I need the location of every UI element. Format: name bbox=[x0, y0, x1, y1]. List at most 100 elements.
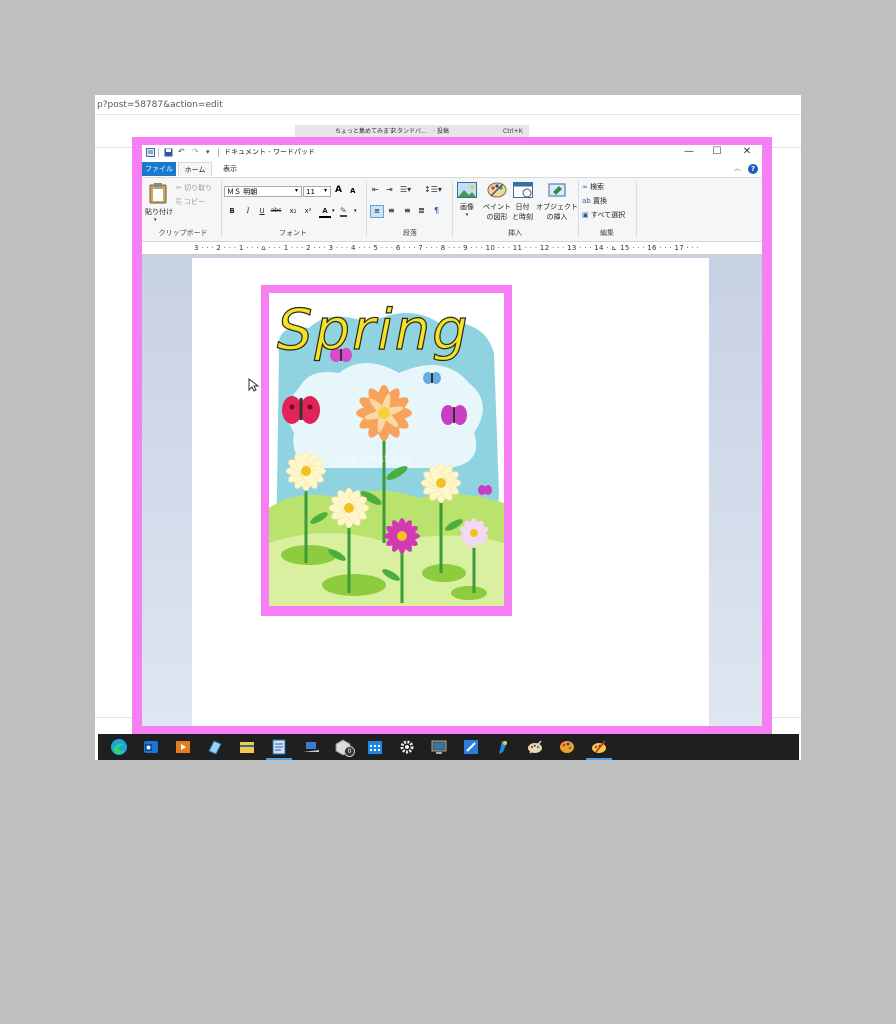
ribbon-tabs: ファイル ホーム 表示 ︿ ? bbox=[142, 161, 762, 178]
3d-viewer-icon[interactable]: 0 bbox=[334, 738, 355, 757]
document-page[interactable]: Spring dreamstime bbox=[192, 258, 709, 726]
outlook-icon[interactable] bbox=[142, 738, 160, 756]
laptop-icon[interactable] bbox=[302, 738, 320, 756]
binoculars-icon: ∞ bbox=[582, 183, 591, 191]
select-all-button[interactable]: ▣ すべて選択 bbox=[582, 210, 625, 220]
chevron-down-icon[interactable]: ▾ bbox=[324, 187, 327, 194]
bullets-icon[interactable]: ☰▾ bbox=[400, 185, 411, 194]
notebook-icon[interactable] bbox=[206, 738, 224, 756]
replace-button[interactable]: ab 置換 bbox=[582, 196, 607, 206]
insert-picture-button[interactable]: 画像 ▾ bbox=[457, 182, 477, 218]
picture-icon bbox=[457, 182, 477, 198]
replace-icon: ab bbox=[582, 197, 593, 205]
subscript-button[interactable]: x₂ bbox=[287, 207, 299, 215]
tab-view[interactable]: 表示 bbox=[216, 162, 244, 176]
tab-file[interactable]: ファイル bbox=[142, 162, 176, 176]
customize-qat-icon[interactable]: ▾ bbox=[206, 148, 214, 156]
increase-indent-icon[interactable]: ⇥ bbox=[386, 185, 393, 194]
chevron-down-icon: ▾ bbox=[465, 212, 469, 218]
copy-icon: ⎘ bbox=[176, 198, 184, 206]
media-player-icon[interactable] bbox=[174, 738, 192, 756]
help-icon[interactable]: ? bbox=[748, 164, 758, 174]
chevron-down-icon[interactable]: ▾ bbox=[295, 187, 298, 194]
separator bbox=[158, 148, 159, 157]
palette-icon[interactable] bbox=[526, 738, 544, 756]
ruler[interactable]: 3 · · · 2 · · · 1 · · · ⌂ · · · 1 · · · … bbox=[142, 242, 762, 255]
object-label-2: の挿入 bbox=[546, 213, 568, 221]
paint-palette-icon[interactable] bbox=[558, 738, 576, 756]
insert-group-label: 挿入 bbox=[508, 229, 522, 237]
pen-icon[interactable] bbox=[494, 738, 512, 756]
datetime-label-2: と時刻 bbox=[512, 213, 533, 221]
chevron-down-icon[interactable]: ▾ bbox=[332, 208, 335, 214]
spring-image[interactable]: Spring dreamstime bbox=[269, 293, 504, 606]
shrink-font-button[interactable]: A bbox=[350, 187, 355, 195]
pc-icon[interactable] bbox=[430, 738, 448, 756]
italic-button[interactable]: I bbox=[242, 207, 254, 215]
decrease-indent-icon[interactable]: ⇤ bbox=[372, 185, 379, 194]
highlight-pen-icon[interactable]: ✎ bbox=[340, 206, 347, 217]
badge: 0 bbox=[344, 746, 355, 757]
edge-icon[interactable] bbox=[110, 738, 128, 756]
insert-object-button[interactable]: オブジェクト の挿入 bbox=[536, 182, 578, 222]
find-button[interactable]: ∞ 検索 bbox=[582, 182, 604, 192]
close-button[interactable]: ✕ bbox=[740, 146, 754, 157]
justify-icon[interactable]: ≣ bbox=[418, 206, 425, 215]
editing-group-label: 編集 bbox=[600, 229, 614, 237]
paste-button[interactable]: 貼り付け ▾ bbox=[145, 182, 173, 223]
paint-label-2: の図形 bbox=[486, 213, 508, 221]
font-family-select[interactable]: ＭＳ 明朝 bbox=[224, 186, 302, 197]
file-explorer-icon[interactable] bbox=[238, 738, 256, 756]
spring-title-text: Spring bbox=[277, 298, 470, 363]
settings-icon[interactable] bbox=[398, 738, 416, 756]
minimize-button[interactable]: — bbox=[682, 146, 696, 157]
wordpad-icon[interactable] bbox=[266, 738, 292, 760]
paint-palette-icon bbox=[487, 182, 507, 198]
scissors-icon: ✂ bbox=[176, 184, 185, 192]
spring-illustration: Spring dreamstime bbox=[269, 297, 504, 606]
image-frame: Spring dreamstime bbox=[261, 285, 512, 616]
datetime-label-1: 日付 bbox=[515, 203, 530, 211]
align-right-icon[interactable]: ≡ bbox=[404, 206, 411, 215]
group-separator bbox=[366, 181, 367, 237]
paragraph-settings-icon[interactable]: ¶ bbox=[434, 206, 439, 215]
cut-button[interactable]: ✂ 切り取り bbox=[176, 183, 212, 193]
superscript-button[interactable]: x² bbox=[302, 207, 314, 215]
grow-font-button[interactable]: A bbox=[335, 185, 342, 195]
copy-button[interactable]: ⎘ コピー bbox=[176, 197, 205, 207]
calendar-icon[interactable] bbox=[366, 738, 384, 756]
document-area: Spring dreamstime bbox=[142, 255, 762, 726]
undo-icon[interactable]: ↶ bbox=[178, 148, 186, 156]
save-icon[interactable] bbox=[164, 148, 173, 157]
paint-label-1: ペイント bbox=[483, 203, 511, 211]
tab-home[interactable]: ホーム bbox=[178, 162, 212, 176]
separator bbox=[218, 148, 219, 157]
address-bar[interactable]: p?post=58787&action=edit bbox=[95, 95, 801, 115]
object-icon bbox=[548, 183, 566, 197]
paste-dropdown-icon[interactable]: ▾ bbox=[154, 217, 173, 223]
title-bar: ↶ ↷ ▾ ドキュメント - ワードパッド — ☐ ✕ bbox=[142, 145, 762, 161]
select-all-icon: ▣ bbox=[582, 211, 591, 219]
brush-palette-icon[interactable] bbox=[586, 738, 612, 760]
underline-button[interactable]: U bbox=[256, 207, 268, 215]
align-left-icon[interactable]: ≡ bbox=[370, 205, 384, 218]
line-spacing-icon[interactable]: ↕☰▾ bbox=[424, 185, 442, 194]
redo-icon[interactable]: ↷ bbox=[192, 148, 200, 156]
collapse-ribbon-icon[interactable]: ︿ bbox=[734, 163, 741, 173]
group-separator bbox=[636, 181, 637, 237]
taskbar: 0 bbox=[98, 734, 799, 760]
font-color-button[interactable]: A bbox=[319, 207, 331, 218]
mouse-cursor-icon bbox=[248, 377, 260, 396]
bold-button[interactable]: B bbox=[226, 207, 238, 215]
align-center-icon[interactable]: ≡ bbox=[388, 206, 395, 215]
paint-drawing-button[interactable]: ペイント の図形 bbox=[483, 182, 511, 222]
paint-icon[interactable] bbox=[462, 738, 480, 756]
object-label-1: オブジェクト bbox=[536, 203, 578, 211]
watermark-text: dreamstime bbox=[339, 452, 411, 466]
strikethrough-button[interactable]: abc bbox=[270, 207, 282, 214]
paragraph-group-label: 段落 bbox=[403, 229, 417, 237]
chevron-down-icon[interactable]: ▾ bbox=[354, 208, 357, 214]
insert-datetime-button[interactable]: 日付 と時刻 bbox=[512, 182, 533, 222]
picture-label: 画像 bbox=[460, 203, 474, 211]
maximize-button[interactable]: ☐ bbox=[710, 146, 724, 157]
